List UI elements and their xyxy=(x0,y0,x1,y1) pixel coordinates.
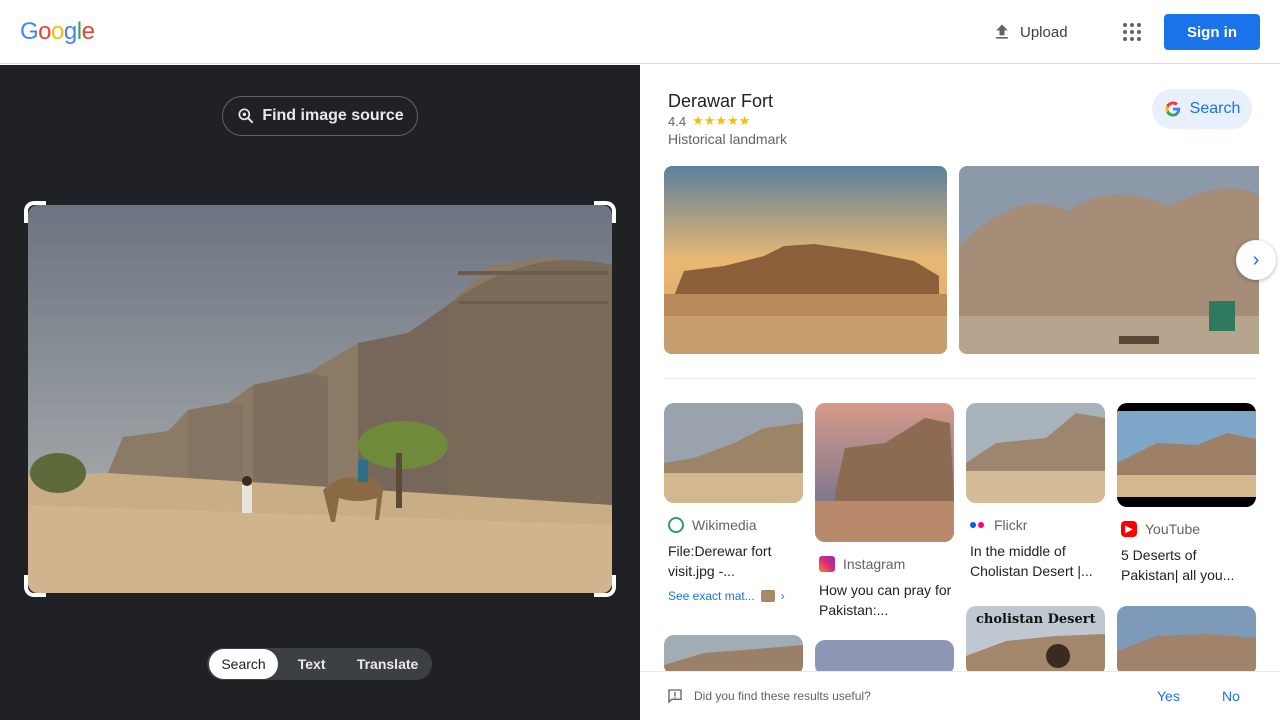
result-title[interactable]: 5 Deserts of Pakistan| all you... xyxy=(1121,545,1256,585)
feedback-icon xyxy=(668,689,682,704)
result-title[interactable]: In the middle of Cholistan Desert |... xyxy=(970,541,1105,581)
entity-photo[interactable] xyxy=(959,166,1259,354)
results-panel: Derawar Fort 4.4 ★★★★★ Historical landma… xyxy=(640,65,1280,720)
thumbnail-caption: cholistan Desert xyxy=(976,612,1096,627)
upload-button[interactable]: Upload xyxy=(992,18,1068,46)
section-divider xyxy=(664,378,1256,379)
youtube-icon: ▶ xyxy=(1121,521,1137,537)
result-thumbnail[interactable] xyxy=(1117,606,1256,676)
result-thumbnail[interactable] xyxy=(966,403,1105,503)
crop-handle-bottom-left[interactable] xyxy=(24,575,46,597)
result-thumbnail[interactable] xyxy=(815,640,954,675)
carousel-next-button[interactable]: › xyxy=(1236,240,1276,280)
sign-in-button[interactable]: Sign in xyxy=(1164,14,1260,50)
star-rating-icon: ★★★★★ xyxy=(692,113,751,128)
chevron-right-icon: › xyxy=(1252,248,1260,271)
mode-translate-tab[interactable]: Translate xyxy=(345,649,430,679)
logo-letter: g xyxy=(63,18,77,45)
upload-label: Upload xyxy=(1020,23,1068,41)
result-thumbnail[interactable]: cholistan Desert xyxy=(966,606,1105,676)
feedback-bar: Did you find these results useful? Yes N… xyxy=(640,671,1280,720)
result-source-name: Wikimedia xyxy=(692,517,757,533)
result-source: ▶ YouTube xyxy=(1121,521,1256,537)
logo-letter: o xyxy=(51,18,64,45)
result-source: Wikimedia xyxy=(668,517,803,533)
apps-grid-icon[interactable] xyxy=(1120,20,1144,44)
result-thumbnail[interactable] xyxy=(664,403,803,503)
lens-image-panel: Find image source Search Text Translate xyxy=(0,65,640,720)
see-exact-matches-link[interactable]: See exact mat... › xyxy=(668,589,803,603)
crop-handle-top-right[interactable] xyxy=(594,201,616,223)
result-title[interactable]: How you can pray for Pakistan:... xyxy=(819,580,954,620)
result-source-name: Instagram xyxy=(843,556,906,572)
entity-search-button[interactable]: Search xyxy=(1152,89,1252,129)
result-card[interactable]: Wikimedia File:Derewar fort visit.jpg -.… xyxy=(664,403,803,603)
mode-search-tab[interactable]: Search xyxy=(209,649,279,679)
result-thumbnail[interactable] xyxy=(815,403,954,542)
crop-handle-top-left[interactable] xyxy=(24,201,46,223)
result-source-name: Flickr xyxy=(994,517,1028,533)
logo-letter: e xyxy=(81,18,95,45)
lens-mode-switcher: Search Text Translate xyxy=(207,648,432,680)
feedback-yes-button[interactable]: Yes xyxy=(1157,688,1180,704)
top-bar: Google Upload Sign in xyxy=(0,0,1280,64)
result-card[interactable]: ▶ YouTube 5 Deserts of Pakistan| all you… xyxy=(1117,403,1256,585)
mode-text-tab[interactable]: Text xyxy=(278,649,345,679)
flickr-icon xyxy=(970,522,986,528)
find-image-source-label: Find image source xyxy=(262,107,404,124)
see-exact-matches-label: See exact mat... xyxy=(668,589,755,603)
google-logo[interactable]: Google xyxy=(20,18,95,46)
result-thumbnail[interactable] xyxy=(664,635,803,675)
result-thumbnail[interactable] xyxy=(1117,403,1256,507)
result-title[interactable]: File:Derewar fort visit.jpg -... xyxy=(668,541,803,581)
feedback-question: Did you find these results useful? xyxy=(694,689,871,703)
wikimedia-icon xyxy=(668,517,684,533)
feedback-no-button[interactable]: No xyxy=(1222,688,1240,704)
entity-photo[interactable] xyxy=(664,166,947,354)
result-source: Instagram xyxy=(819,556,954,572)
rating-value: 4.4 xyxy=(668,113,687,129)
entity-title[interactable]: Derawar Fort xyxy=(668,91,773,112)
crop-handle-bottom-right[interactable] xyxy=(594,575,616,597)
image-icon xyxy=(760,590,775,602)
result-source-name: YouTube xyxy=(1145,521,1201,537)
upload-icon xyxy=(996,24,1008,39)
entity-type: Historical landmark xyxy=(668,131,788,147)
entity-rating: 4.4 ★★★★★ xyxy=(668,113,750,129)
uploaded-image[interactable] xyxy=(28,205,612,593)
entity-search-label: Search xyxy=(1189,100,1241,117)
result-card[interactable]: Flickr In the middle of Cholistan Desert… xyxy=(966,403,1105,581)
instagram-icon xyxy=(819,556,835,572)
lens-search-icon xyxy=(238,108,254,124)
logo-letter: o xyxy=(38,18,52,45)
chevron-right-icon: › xyxy=(780,589,785,603)
logo-letter: G xyxy=(20,18,39,45)
result-card[interactable]: Instagram How you can pray for Pakistan:… xyxy=(815,403,954,620)
google-g-icon xyxy=(1165,101,1180,117)
find-image-source-button[interactable]: Find image source xyxy=(222,96,418,136)
result-source: Flickr xyxy=(970,517,1105,533)
